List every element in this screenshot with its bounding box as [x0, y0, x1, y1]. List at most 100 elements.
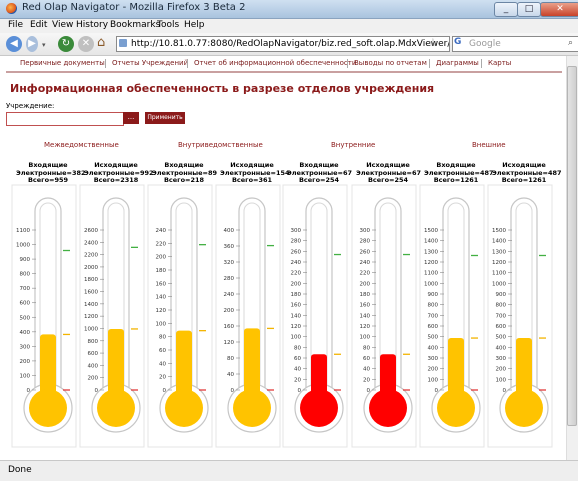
axis-tick-label: 100: [428, 377, 439, 383]
axis-tick-label: 400: [496, 345, 507, 351]
axis-tick-label: 60: [363, 356, 370, 362]
axis-tick-label: 600: [496, 324, 507, 330]
axis-tick-label: 500: [20, 315, 31, 321]
axis-tick-label: 1400: [424, 239, 438, 245]
axis-tick-label: 0: [435, 388, 439, 394]
axis-tick-label: 260: [291, 249, 302, 255]
axis-tick-label: 300: [360, 228, 371, 234]
axis-tick-label: 200: [156, 255, 167, 261]
thermometer-bulb: [505, 389, 543, 427]
axis-tick-label: 700: [428, 313, 439, 319]
axis-tick-label: 60: [159, 348, 166, 354]
axis-tick-label: 0: [163, 388, 167, 394]
axis-tick-label: 220: [360, 271, 371, 277]
axis-tick-label: 40: [159, 361, 166, 367]
axis-tick-label: 220: [291, 271, 302, 277]
axis-tick-label: 120: [156, 308, 167, 314]
axis-tick-label: 200: [88, 376, 99, 382]
axis-tick-label: 200: [224, 308, 235, 314]
axis-tick-label: 80: [227, 356, 234, 362]
axis-tick-label: 600: [428, 324, 439, 330]
axis-tick-label: 0: [231, 388, 235, 394]
thermometer-gauges: 0100200300400500600700800900100011000200…: [11, 184, 553, 448]
axis-tick-label: 160: [291, 303, 302, 309]
axis-tick-label: 0: [503, 388, 507, 394]
axis-tick-label: 100: [291, 335, 302, 341]
axis-tick-label: 1400: [84, 302, 98, 308]
axis-tick-label: 320: [224, 260, 235, 266]
search-go-icon[interactable]: ⌕: [568, 38, 573, 48]
axis-tick-label: 300: [428, 356, 439, 362]
scrollbar-thumb[interactable]: [567, 66, 577, 426]
axis-tick-label: 2400: [84, 240, 98, 246]
thermometer-bulb: [165, 389, 203, 427]
axis-tick-label: 2600: [84, 228, 98, 234]
axis-tick-label: 500: [496, 335, 507, 341]
axis-tick-label: 1200: [492, 260, 506, 266]
axis-tick-label: 300: [496, 356, 507, 362]
axis-tick-label: 160: [224, 324, 235, 330]
axis-tick-label: 80: [363, 345, 370, 351]
axis-tick-label: 80: [294, 345, 301, 351]
axis-tick-label: 40: [294, 367, 301, 373]
axis-tick-label: 20: [363, 377, 370, 383]
axis-tick-label: 1100: [424, 271, 438, 277]
axis-tick-label: 240: [360, 260, 371, 266]
axis-tick-label: 1200: [84, 314, 98, 320]
axis-tick-label: 360: [224, 244, 235, 250]
axis-tick-label: 180: [156, 268, 167, 274]
axis-tick-label: 140: [291, 313, 302, 319]
axis-tick-label: 1000: [84, 326, 98, 332]
axis-tick-label: 160: [156, 281, 167, 287]
axis-tick-label: 180: [291, 292, 302, 298]
axis-tick-label: 140: [360, 313, 371, 319]
axis-tick-label: 200: [428, 367, 439, 373]
axis-tick-label: 100: [496, 377, 507, 383]
axis-tick-label: 300: [291, 228, 302, 234]
axis-tick-label: 280: [224, 276, 235, 282]
axis-tick-label: 240: [291, 260, 302, 266]
axis-tick-label: 220: [156, 241, 167, 247]
axis-tick-label: 1600: [84, 290, 98, 296]
axis-tick-label: 0: [27, 388, 31, 394]
axis-tick-label: 120: [291, 324, 302, 330]
axis-tick-label: 0: [298, 388, 302, 394]
axis-tick-label: 800: [496, 303, 507, 309]
axis-tick-label: 60: [294, 356, 301, 362]
axis-tick-label: 1300: [424, 249, 438, 255]
axis-tick-label: 800: [20, 272, 31, 278]
thermometer-bulb: [29, 389, 67, 427]
axis-tick-label: 20: [294, 377, 301, 383]
axis-tick-label: 200: [20, 359, 31, 365]
axis-tick-label: 0: [95, 388, 99, 394]
axis-tick-label: 200: [496, 367, 507, 373]
axis-tick-label: 700: [20, 286, 31, 292]
axis-tick-label: 120: [224, 340, 235, 346]
axis-tick-label: 0: [367, 388, 371, 394]
axis-tick-label: 300: [20, 344, 31, 350]
axis-tick-label: 1800: [84, 277, 98, 283]
axis-tick-label: 260: [360, 249, 371, 255]
axis-tick-label: 600: [88, 351, 99, 357]
axis-tick-label: 240: [224, 292, 235, 298]
thermometer-bulb: [300, 389, 338, 427]
axis-tick-label: 20: [159, 375, 166, 381]
axis-tick-label: 600: [20, 301, 31, 307]
axis-tick-label: 100: [156, 321, 167, 327]
axis-tick-label: 1000: [16, 243, 30, 249]
axis-tick-label: 800: [88, 339, 99, 345]
thermometer-bulb: [233, 389, 271, 427]
axis-tick-label: 100: [20, 373, 31, 379]
axis-tick-label: 80: [159, 335, 166, 341]
axis-tick-label: 2000: [84, 265, 98, 271]
axis-tick-label: 400: [88, 363, 99, 369]
axis-tick-label: 1200: [424, 260, 438, 266]
axis-tick-label: 700: [496, 313, 507, 319]
axis-tick-label: 900: [496, 292, 507, 298]
thermometer-bulb: [97, 389, 135, 427]
axis-tick-label: 180: [360, 292, 371, 298]
axis-tick-label: 2200: [84, 253, 98, 259]
axis-tick-label: 1100: [492, 271, 506, 277]
axis-tick-label: 200: [291, 281, 302, 287]
axis-tick-label: 100: [360, 335, 371, 341]
